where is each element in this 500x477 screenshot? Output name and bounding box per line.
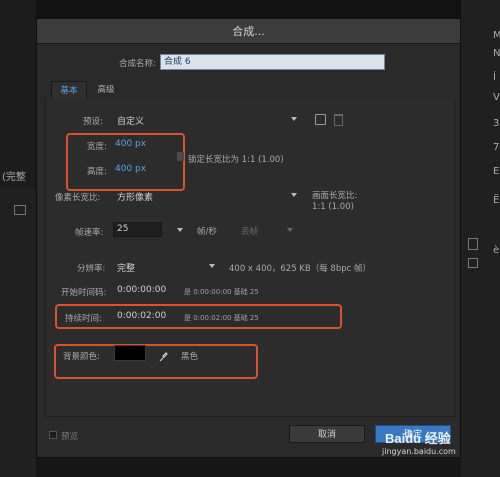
dialog-titlebar: 合成...	[37, 19, 460, 44]
dialog-title: 合成...	[232, 25, 265, 38]
start-timecode-input[interactable]: 0:00:00:00	[117, 285, 166, 295]
delete-preset-icon[interactable]	[334, 114, 343, 126]
duration-input[interactable]: 0:00:02:00	[117, 311, 166, 321]
frame-rate-label: 帧速率:	[75, 228, 104, 238]
baidu-watermark-url: jingyan.baidu.com	[382, 447, 456, 456]
preset-label: 预设:	[83, 117, 103, 127]
composition-name-input[interactable]: 合成 6	[160, 54, 385, 70]
pixel-aspect-label: 像素长宽比:	[55, 193, 101, 203]
resolution-label: 分辨率:	[77, 264, 106, 274]
resolution-dropdown-icon[interactable]	[209, 264, 215, 268]
right-panel-letter-9: è	[493, 245, 500, 256]
preview-label: 预览	[61, 432, 79, 442]
lock-aspect-checkbox[interactable]	[177, 152, 184, 161]
save-preset-icon[interactable]	[315, 114, 326, 125]
width-label: 宽度:	[87, 142, 107, 152]
right-panel-letter-6: 7	[493, 142, 500, 153]
right-panel-letter-5: 3	[493, 118, 500, 129]
right-panel-letter-3: Í	[493, 72, 496, 83]
tab-advanced[interactable]: 高级	[89, 81, 123, 99]
pixel-aspect-select[interactable]: 方形像素	[117, 190, 153, 203]
tab-basic[interactable]: 基本	[51, 81, 87, 100]
height-label: 高度:	[87, 167, 107, 177]
right-panel-letter-8: Ë	[493, 195, 500, 206]
resolution-select[interactable]: 完整	[117, 261, 135, 274]
baidu-watermark-brand: Baidu 经验	[385, 431, 451, 446]
left-panel-tab[interactable]: (完整	[2, 168, 26, 183]
composition-name-label: 合成名称:	[119, 59, 156, 69]
start-timecode-info: 是 0:00:00:00 基础 25	[184, 288, 259, 296]
app-background-top	[36, 0, 461, 18]
preset-dropdown-icon[interactable]	[291, 117, 297, 121]
left-timeline-panel	[0, 188, 36, 477]
pixel-aspect-dropdown-icon[interactable]	[291, 193, 297, 197]
bg-color-label: 背景颜色:	[63, 352, 100, 362]
frame-rate-dropdown-icon[interactable]	[177, 228, 183, 232]
drop-frame-dropdown-icon[interactable]	[287, 228, 293, 232]
duration-label: 持续时间:	[65, 314, 102, 324]
drop-frame-select[interactable]: 丢帧	[241, 225, 258, 237]
eyedropper-icon[interactable]	[159, 347, 168, 362]
bg-color-name: 黑色	[181, 352, 199, 362]
lock-aspect-label: 锁定长宽比为 1:1 (1.00)	[188, 155, 284, 165]
tab-bar: 基本 高级	[45, 81, 455, 100]
start-timecode-label: 开始时间码:	[61, 288, 107, 298]
right-panel-letter-7: E	[493, 166, 500, 177]
cancel-button[interactable]: 取消	[289, 425, 365, 443]
width-input[interactable]: 400 px	[115, 139, 146, 149]
composition-dialog: 合成... 合成名称: 合成 6 基本 高级 预设: 自定义 宽度: 400 p…	[36, 18, 461, 458]
duration-info: 是 0:00:02:00 基础 25	[184, 314, 259, 322]
frame-rate-input[interactable]: 25	[117, 224, 128, 234]
resolution-info: 400 x 400，625 KB（每 8bpc 帧）	[229, 264, 371, 274]
right-panel-letter-1: M	[493, 30, 500, 41]
right-panel-letter-4: V	[493, 92, 500, 103]
right-panel-shield-icon[interactable]	[468, 238, 478, 250]
left-panel-icon[interactable]	[14, 205, 26, 215]
frame-aspect-label: 画面长宽比:	[312, 191, 358, 201]
right-panel-letter-2: N	[493, 48, 500, 59]
bg-color-swatch[interactable]	[114, 345, 146, 361]
frame-aspect-value: 1:1 (1.00)	[312, 202, 354, 212]
preview-checkbox[interactable]	[49, 431, 57, 439]
preset-select[interactable]: 自定义	[117, 114, 144, 127]
frame-rate-unit: 帧/秒	[197, 227, 217, 237]
height-input[interactable]: 400 px	[115, 164, 146, 174]
right-panel-square-icon[interactable]	[468, 258, 478, 268]
